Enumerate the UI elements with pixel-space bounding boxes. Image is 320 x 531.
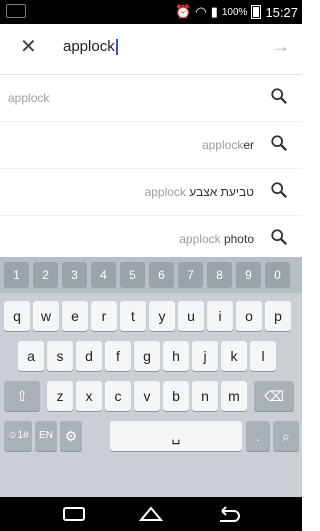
suggestion-item[interactable]: applocker: [0, 122, 302, 169]
shift-key[interactable]: ⇧: [4, 381, 40, 411]
key-v[interactable]: v: [134, 381, 160, 411]
key-o[interactable]: o: [236, 301, 262, 331]
settings-key[interactable]: ⚙: [60, 421, 82, 451]
suggestion-text: applock: [8, 91, 50, 105]
suggestion-item[interactable]: applock טביעת אצבע: [0, 169, 302, 216]
shift-icon: ⇧: [16, 388, 28, 404]
search-icon[interactable]: [270, 181, 288, 199]
key-i[interactable]: i: [207, 301, 233, 331]
key-w[interactable]: w: [33, 301, 59, 331]
key-y[interactable]: y: [149, 301, 175, 331]
search-icon: ⌕: [282, 428, 290, 444]
key-g[interactable]: g: [134, 341, 160, 371]
search-key[interactable]: ⌕: [273, 421, 299, 451]
suggestion-list: applock applocker applock טביעת אצבע app…: [0, 75, 302, 274]
key-7[interactable]: 7: [178, 262, 203, 288]
search-icon[interactable]: [270, 87, 288, 105]
battery-icon: [251, 5, 262, 19]
close-icon[interactable]: ✕: [20, 36, 42, 58]
space-icon: ␣: [171, 428, 181, 444]
back-icon[interactable]: [214, 505, 242, 523]
search-query: applock: [63, 38, 115, 55]
suggestion-text: applocker: [201, 138, 254, 152]
key-t[interactable]: t: [120, 301, 146, 331]
key-a[interactable]: a: [18, 341, 44, 371]
key-f[interactable]: f: [105, 341, 131, 371]
number-row: 1 2 3 4 5 6 7 8 9 0: [0, 257, 302, 293]
key-6[interactable]: 6: [149, 262, 174, 288]
backspace-key[interactable]: ⌫: [254, 381, 294, 411]
recent-apps-icon[interactable]: [60, 505, 88, 523]
clock: 15:27: [265, 4, 298, 20]
suggestion-text: applock טביעת אצבע: [144, 185, 254, 199]
home-icon[interactable]: [137, 505, 165, 523]
text-cursor: [115, 39, 118, 56]
key-1[interactable]: 1: [4, 262, 29, 288]
status-icons: ⏰ ◠ ▮ 100% 15:27: [175, 2, 298, 22]
key-r[interactable]: r: [91, 301, 117, 331]
suggestion-text: applock photo: [179, 232, 254, 246]
key-q[interactable]: q: [4, 301, 30, 331]
key-n[interactable]: n: [192, 381, 218, 411]
keyboard: 1 2 3 4 5 6 7 8 9 0 q w e r t y u i o p …: [0, 257, 302, 497]
space-key[interactable]: ␣: [110, 421, 242, 451]
key-0[interactable]: 0: [265, 262, 290, 288]
wifi-icon: ◠: [195, 4, 207, 19]
suggestion-item[interactable]: applock photo: [0, 216, 302, 263]
search-input[interactable]: applock: [63, 38, 118, 56]
key-m[interactable]: m: [221, 381, 247, 411]
key-3[interactable]: 3: [62, 262, 87, 288]
key-z[interactable]: z: [47, 381, 73, 411]
key-l[interactable]: l: [250, 341, 276, 371]
key-9[interactable]: 9: [236, 262, 261, 288]
alarm-icon: ⏰: [175, 4, 192, 19]
key-j[interactable]: j: [192, 341, 218, 371]
key-4[interactable]: 4: [91, 262, 116, 288]
key-u[interactable]: u: [178, 301, 204, 331]
search-bar: ✕ applock →: [0, 24, 302, 75]
nav-bar: [0, 497, 302, 531]
status-bar: ⏰ ◠ ▮ 100% 15:27: [0, 0, 302, 24]
key-s[interactable]: s: [47, 341, 73, 371]
signal-icon: ▮: [210, 4, 218, 19]
key-e[interactable]: e: [62, 301, 88, 331]
key-b[interactable]: b: [163, 381, 189, 411]
notification-icon: [6, 4, 26, 18]
backspace-icon: ⌫: [264, 388, 284, 404]
symbols-key[interactable]: ☺1#: [4, 421, 32, 451]
suggestion-item[interactable]: applock: [0, 75, 302, 122]
key-h[interactable]: h: [163, 341, 189, 371]
key-d[interactable]: d: [76, 341, 102, 371]
key-8[interactable]: 8: [207, 262, 232, 288]
key-2[interactable]: 2: [33, 262, 58, 288]
search-icon[interactable]: [270, 228, 288, 246]
period-key[interactable]: .: [246, 421, 270, 451]
key-5[interactable]: 5: [120, 262, 145, 288]
search-icon[interactable]: [270, 134, 288, 152]
language-key[interactable]: EN: [35, 421, 57, 451]
arrow-right-icon[interactable]: →: [272, 36, 290, 57]
key-k[interactable]: k: [221, 341, 247, 371]
key-p[interactable]: p: [265, 301, 291, 331]
key-x[interactable]: x: [76, 381, 102, 411]
battery-percent: 100%: [221, 6, 248, 18]
key-c[interactable]: c: [105, 381, 131, 411]
gear-icon: ⚙: [64, 428, 78, 444]
